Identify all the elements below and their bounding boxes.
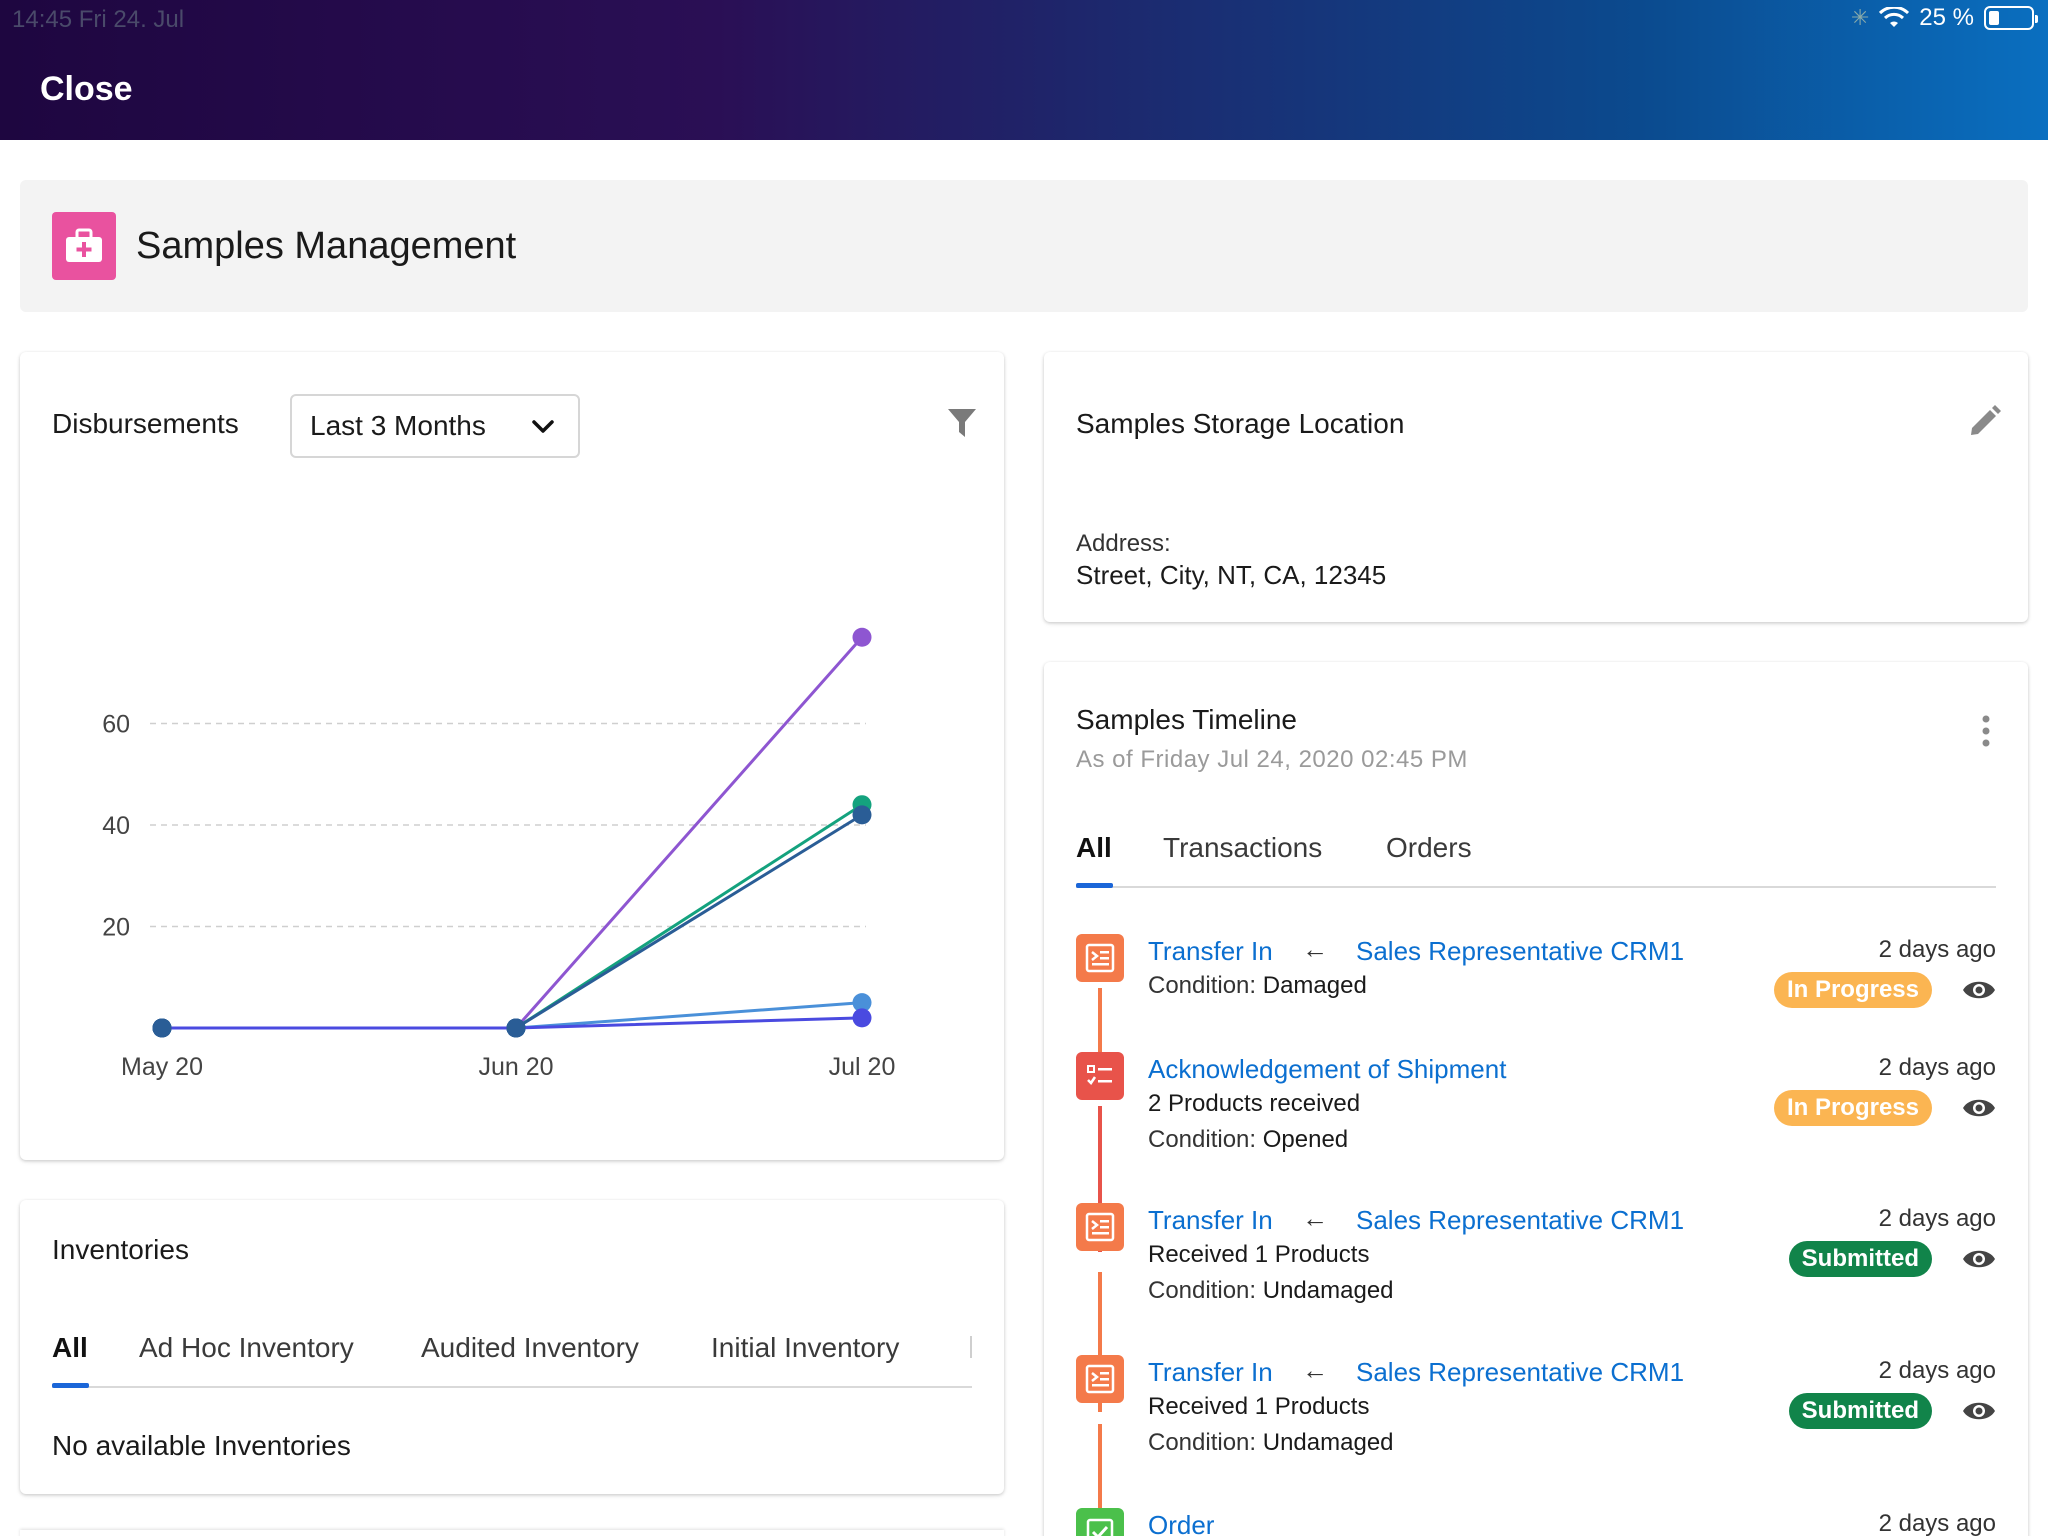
active-tab-indicator	[52, 1383, 89, 1388]
transfer-icon	[1076, 934, 1124, 982]
order-check-icon	[1076, 1508, 1124, 1536]
address-label: Address:	[1076, 530, 1171, 557]
timeline-item-title[interactable]: Acknowledgement of Shipment	[1148, 1054, 1506, 1085]
tab-all[interactable]: All	[52, 1332, 88, 1364]
status-badge: Submitted	[1788, 1241, 1932, 1277]
active-tab-indicator	[1076, 883, 1113, 888]
condition-line: Condition: Undamaged	[1148, 1277, 1394, 1304]
pencil-icon[interactable]	[1968, 404, 2002, 438]
condition-line: Condition: Opened	[1148, 1126, 1349, 1153]
condition-line: Condition: Damaged	[1148, 972, 1367, 999]
wifi-icon	[1879, 7, 1910, 27]
timeline-item-time: 2 days ago	[1878, 936, 1996, 963]
y-tick-label: 40	[102, 812, 130, 840]
storage-title: Samples Storage Location	[1076, 408, 1405, 439]
samples-timeline-card: Samples Timeline As of Friday Jul 24, 20…	[1044, 662, 2028, 1536]
detail-line: Received 1 Products	[1148, 1393, 1370, 1420]
empty-state-message: No available Inventories	[52, 1430, 351, 1461]
battery-icon	[1984, 6, 2038, 30]
status-badge: Submitted	[1788, 1393, 1932, 1429]
timeline-item-time: 2 days ago	[1878, 1510, 1996, 1536]
page-title: Samples Management	[136, 224, 517, 267]
timeline-item-time: 2 days ago	[1878, 1205, 1996, 1232]
status-time: 14:45 Fri 24. Jul	[12, 6, 185, 33]
timeline-item-time: 2 days ago	[1878, 1054, 1996, 1081]
checklist-icon	[1076, 1052, 1124, 1100]
condition-line: Condition: Undamaged	[1148, 1429, 1394, 1456]
status-indicators: ✳ 25 %	[1850, 4, 2038, 32]
tab-overflow-divider	[970, 1336, 972, 1358]
series-line	[162, 803, 863, 1030]
x-tick-label: Jun 20	[478, 1053, 553, 1081]
timeline-subtitle: As of Friday Jul 24, 2020 02:45 PM	[1076, 746, 1468, 773]
status-badge: In Progress	[1773, 1090, 1932, 1126]
tab-ad-hoc-inventory[interactable]: Ad Hoc Inventory	[139, 1332, 354, 1364]
address-value: Street, City, NT, CA, 12345	[1076, 560, 1387, 590]
disbursements-chart: 20 40 60 May 20 Jun 20 Jul 20	[102, 627, 896, 1081]
timeline-item-title[interactable]: Order	[1148, 1510, 1214, 1536]
timeline-item-source[interactable]: Sales Representative CRM1	[1356, 1205, 1684, 1236]
eye-icon[interactable]	[1962, 1247, 1996, 1271]
timeline-title: Samples Timeline	[1076, 704, 1297, 735]
timeline-item-title[interactable]: Transfer In	[1148, 1357, 1273, 1388]
timeline-item-source[interactable]: Sales Representative CRM1	[1356, 936, 1684, 967]
tab-orders[interactable]: Orders	[1386, 832, 1472, 864]
x-tick-label: Jul 20	[829, 1053, 896, 1081]
arrow-left-icon: ←	[1302, 934, 1328, 964]
eye-icon[interactable]	[1962, 1096, 1996, 1120]
tab-all[interactable]: All	[1076, 832, 1112, 864]
timeline-item-time: 2 days ago	[1878, 1357, 1996, 1384]
y-tick-label: 60	[102, 711, 130, 739]
activity-icon: ✳	[1850, 5, 1870, 30]
eye-icon[interactable]	[1962, 978, 1996, 1002]
arrow-left-icon: ←	[1302, 1203, 1328, 1233]
data-point	[852, 805, 872, 825]
close-button[interactable]: Close	[40, 70, 133, 109]
timeline-item-title[interactable]: Transfer In	[1148, 1205, 1273, 1236]
eye-icon[interactable]	[1962, 1399, 1996, 1423]
tab-initial-inventory[interactable]: Initial Inventory	[711, 1332, 899, 1364]
disbursements-card: Disbursements Last 3 Months 20 40 60 May 20…	[20, 352, 1004, 1160]
timeline-tabs: All Transactions Orders	[1076, 832, 1996, 888]
timeline-item-source[interactable]: Sales Representative CRM1	[1356, 1357, 1684, 1388]
battery-percent: 25 %	[1919, 4, 1974, 31]
more-vertical-icon[interactable]	[1980, 714, 1992, 748]
transfer-icon	[1076, 1355, 1124, 1403]
data-point	[852, 1008, 872, 1028]
tab-audited-inventory[interactable]: Audited Inventory	[421, 1332, 639, 1364]
medical-bag-icon	[52, 212, 116, 280]
status-badge: In Progress	[1773, 972, 1932, 1008]
data-point	[506, 1018, 526, 1038]
arrow-left-icon: ←	[1302, 1355, 1328, 1385]
inventories-title: Inventories	[52, 1234, 189, 1265]
x-tick-label: May 20	[121, 1053, 203, 1081]
top-bar: 14:45 Fri 24. Jul ✳ 25 % Close	[0, 0, 2048, 140]
inventories-card: Inventories All Ad Hoc Inventory Audited…	[20, 1200, 1004, 1494]
storage-location-card: Samples Storage Location Address: Street…	[1044, 352, 2028, 622]
data-point	[852, 627, 872, 647]
timeline-item-title[interactable]: Transfer In	[1148, 936, 1273, 967]
page-header: Samples Management	[20, 180, 2028, 312]
series-line	[162, 813, 863, 1030]
inventory-tabs: All Ad Hoc Inventory Audited Inventory I…	[52, 1332, 972, 1388]
transfer-icon	[1076, 1203, 1124, 1251]
data-point	[152, 1018, 172, 1038]
y-tick-label: 20	[102, 914, 130, 942]
series-line	[162, 636, 864, 1030]
next-card-edge	[20, 1530, 1004, 1536]
detail-line: 2 Products received	[1148, 1090, 1361, 1117]
detail-line: Received 1 Products	[1148, 1241, 1370, 1268]
tab-transactions[interactable]: Transactions	[1163, 832, 1322, 864]
